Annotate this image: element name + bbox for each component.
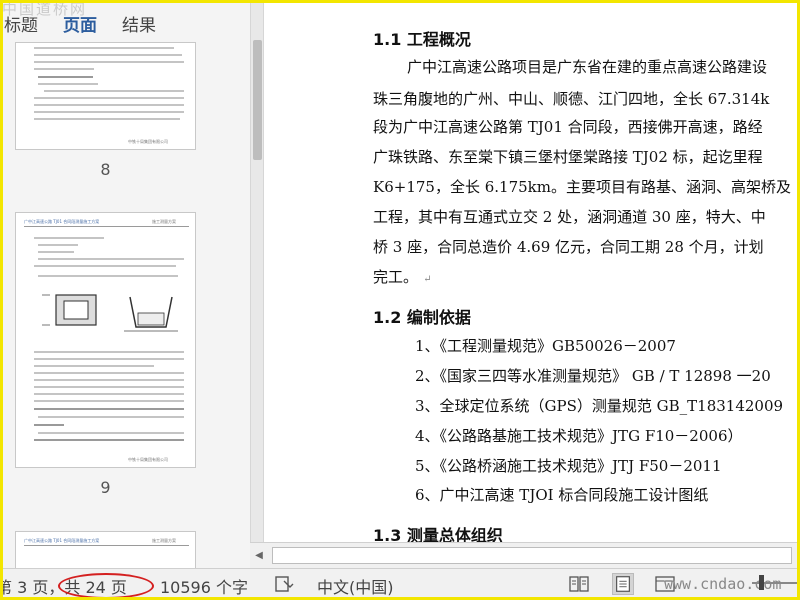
section-heading-1-3: 1.3 测量总体组织 bbox=[373, 526, 503, 542]
thumbnail-header: 广中江高速公路 TJ01 合同段测量施工方案 bbox=[24, 219, 100, 224]
paragraph-line: 段为广中江高速公路第 TJ01 合同段，西接佛开高速，路经 bbox=[373, 118, 763, 136]
page-thumbnail-10[interactable]: 广中江高速公路 TJ01 合同段测量施工方案 施工测量方案 bbox=[15, 531, 196, 568]
thumbnail-header-right: 施工测量方案 bbox=[152, 538, 176, 543]
navigation-scrollbar-thumb[interactable] bbox=[253, 40, 262, 160]
thumbnail-header-right: 施工测量方案 bbox=[152, 219, 176, 224]
page-count-status[interactable]: 第 3 页，共 24 页 bbox=[0, 574, 127, 598]
watermark-text: 中国道桥网 bbox=[2, 0, 88, 18]
culvert-diagram-icon bbox=[42, 294, 178, 332]
navigation-pane: 中国道桥网 标题 页面 结果 中铁十局集团有限公司 8 广中江高速公路 TJ01… bbox=[0, 0, 250, 568]
section-heading-1-2: 1.2 编制依据 bbox=[373, 308, 471, 327]
thumbnail-footer: 中铁十局集团有限公司 bbox=[128, 139, 168, 144]
thumbnail-header: 广中江高速公路 TJ01 合同段测量施工方案 bbox=[24, 538, 100, 543]
paragraph-line: 珠三角腹地的广州、中山、顺德、江门四地，全长 67.314k bbox=[373, 90, 770, 108]
scroll-left-icon[interactable]: ◀ bbox=[252, 548, 266, 564]
paragraph-text: 完工。 bbox=[373, 268, 419, 286]
list-item: 6、广中江高速 TJOI 标合同段施工设计图纸 bbox=[415, 486, 709, 504]
paragraph-line: 桥 3 座，合同总造价 4.69 亿元，合同工期 28 个月，计划 bbox=[373, 238, 764, 256]
list-item: 2、《国家三四等水准测量规范》 GB / T 12898 一20 bbox=[415, 367, 771, 385]
tab-results[interactable]: 结果 bbox=[122, 11, 156, 36]
paragraph-line: 工程，其中有互通式立交 2 处，涵洞通道 30 座，特大、中 bbox=[373, 208, 766, 226]
proofing-icon[interactable] bbox=[275, 575, 295, 593]
section-heading-1-1: 1.1 工程概况 bbox=[373, 30, 471, 49]
list-item: 1、《工程测量规范》GB50026－2007 bbox=[415, 337, 676, 355]
list-item: 4、《公路路基施工技术规范》JTG F10－2006） bbox=[415, 427, 743, 445]
paragraph-line: K6+175，全长 6.175km。主要项目有路基、涵洞、高架桥及 bbox=[373, 178, 791, 196]
word-count-status[interactable]: 10596 个字 bbox=[160, 574, 248, 598]
paragraph-mark-icon: ↵ bbox=[420, 274, 432, 285]
page-thumbnail-9[interactable]: 广中江高速公路 TJ01 合同段测量施工方案 施工测量方案 中铁十局集团有限公司 bbox=[15, 212, 196, 468]
zoom-slider-thumb[interactable] bbox=[759, 575, 764, 590]
read-mode-icon[interactable] bbox=[568, 573, 590, 595]
horizontal-scrollbar-track[interactable] bbox=[272, 547, 792, 564]
horizontal-scrollbar[interactable]: ◀ bbox=[250, 542, 800, 568]
document-page[interactable]: 1.1 工程概况 广中江高速公路项目是广东省在建的重点高速公路建设 珠三角腹地的… bbox=[265, 0, 800, 542]
thumbnail-footer: 中铁十局集团有限公司 bbox=[128, 457, 168, 462]
page-number-9: 9 bbox=[100, 478, 111, 497]
paragraph-line: 广珠铁路、东至棠下镇三堡村堡棠路接 TJ02 标，起讫里程 bbox=[373, 148, 763, 166]
list-item: 5、《公路桥涵施工技术规范》JTJ F50－2011 bbox=[415, 457, 722, 475]
language-status[interactable]: 中文(中国) bbox=[317, 574, 394, 598]
status-bar: 第 3 页，共 24 页 10596 个字 中文(中国) www.cndao.c… bbox=[0, 568, 800, 600]
navigation-scrollbar[interactable] bbox=[250, 0, 264, 568]
paragraph-line-end: 完工。 ↵ bbox=[373, 266, 432, 287]
page-thumbnail-8[interactable]: 中铁十局集团有限公司 bbox=[15, 42, 196, 150]
list-item: 3、全球定位系统（GPS）测量规范 GB_T183142009 bbox=[415, 397, 784, 415]
print-layout-icon[interactable] bbox=[612, 573, 634, 595]
paragraph-line: 广中江高速公路项目是广东省在建的重点高速公路建设 bbox=[407, 58, 768, 76]
page-number-8: 8 bbox=[100, 160, 111, 179]
